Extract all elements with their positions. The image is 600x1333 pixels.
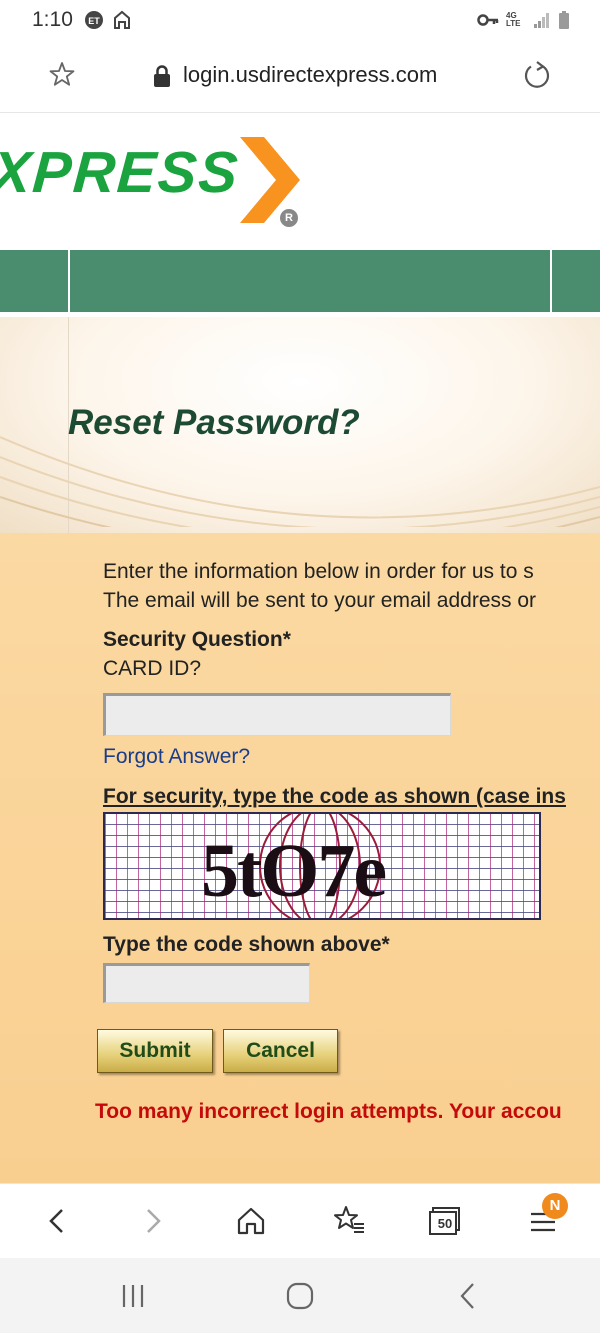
bookmarks-icon[interactable] [332,1204,366,1236]
security-question-text: CARD ID? [103,657,202,680]
registered-mark: R [280,209,298,227]
header-green-bar [0,245,600,317]
forward-icon[interactable] [138,1206,168,1236]
reload-icon[interactable] [522,60,552,90]
lock-icon [154,65,170,87]
status-time: 1:10 [32,8,73,31]
et-icon: ET [85,11,103,29]
page-content: XPRESS R Reset Password? Enter the infor… [0,113,600,1183]
home-nav-icon[interactable] [284,1280,316,1312]
captcha-code-input[interactable] [103,963,310,1003]
notification-icon [114,10,130,29]
browser-url-bar: login.usdirectexpress.com [0,40,600,113]
tabs-count: 50 [437,1216,453,1231]
submit-button[interactable]: Submit [97,1029,213,1073]
captcha-image: 5tO7e [103,812,541,920]
divider [550,245,552,317]
bookmark-star-icon[interactable] [48,60,76,88]
signal-icon [534,13,549,28]
back-nav-icon[interactable] [455,1280,481,1312]
captcha-text: 5tO7e [201,829,387,913]
browser-bottom-toolbar: 50 [0,1183,600,1259]
logo-area: XPRESS R [0,113,600,245]
back-icon[interactable] [42,1206,72,1236]
recent-apps-icon[interactable] [118,1282,148,1310]
intro-text-line1: Enter the information below in order for… [103,560,534,583]
menu-notification-badge: N [542,1193,568,1219]
security-answer-input[interactable] [103,693,451,736]
status-bar: 1:10 ET 4G LTE [0,0,600,40]
green-band [0,250,600,312]
system-navigation-bar [0,1258,600,1333]
intro-text-line2: The email will be sent to your email add… [103,589,537,612]
forgot-answer-link[interactable]: Forgot Answer? [103,745,250,769]
brand-logo-text: XPRESS [0,140,242,205]
home-icon[interactable] [235,1206,267,1236]
page-title: Reset Password? [68,403,360,442]
divider [68,245,70,317]
vpn-key-icon [477,14,499,26]
captcha-instruction: For security, type the code as shown (ca… [103,785,566,808]
url-text[interactable]: login.usdirectexpress.com [183,62,437,88]
security-question-label: Security Question* [103,628,291,651]
svg-text:ET: ET [88,16,100,26]
network-type: 4G LTE [506,11,521,28]
code-label: Type the code shown above* [103,933,390,956]
cancel-button[interactable]: Cancel [223,1029,338,1073]
error-message: Too many incorrect login attempts. Your … [95,1100,562,1123]
battery-icon [559,11,569,29]
